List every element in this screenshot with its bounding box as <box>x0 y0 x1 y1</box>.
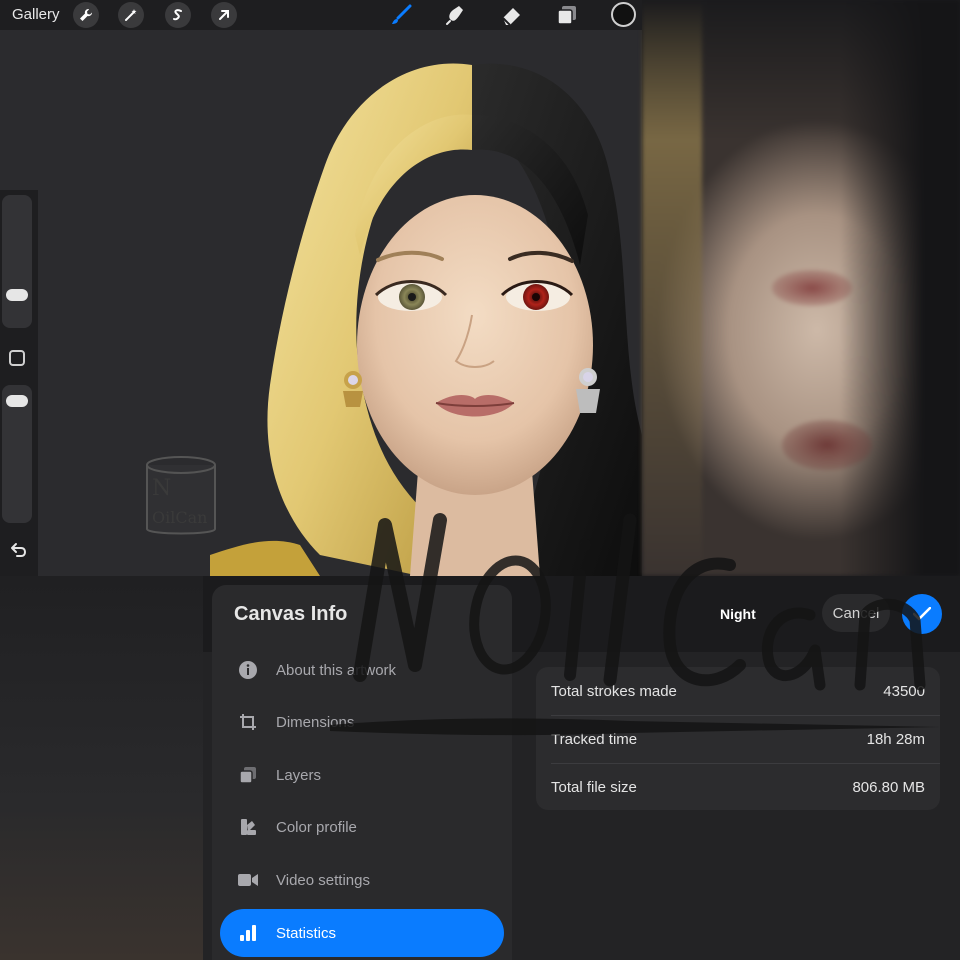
crop-icon <box>240 714 256 730</box>
layers-icon <box>557 6 576 25</box>
canvas-info-title: Canvas Info <box>234 603 348 625</box>
gallery-button[interactable]: Gallery <box>12 6 60 23</box>
brush-icon <box>392 4 412 24</box>
stat-value: 43500 <box>883 682 925 700</box>
portrait-artwork <box>210 63 642 576</box>
opacity-thumb[interactable] <box>6 394 28 407</box>
wrench-icon <box>80 8 93 21</box>
transform-button[interactable] <box>211 2 237 28</box>
actions-button[interactable] <box>73 2 99 28</box>
theme-label[interactable]: Night <box>720 606 756 622</box>
magic-wand-icon <box>125 9 137 21</box>
modify-button[interactable] <box>9 350 25 366</box>
artwork-canvas[interactable]: N OilCan <box>0 0 642 576</box>
blurred-reference-image <box>642 0 960 576</box>
menu-item-label: Statistics <box>276 924 337 942</box>
color-swatch[interactable] <box>611 2 636 27</box>
svg-text:OilCan: OilCan <box>152 508 207 527</box>
menu-item-statistics[interactable]: Statistics <box>220 909 504 957</box>
info-icon <box>239 661 257 679</box>
stat-row-strokes: Total strokes made 43500 <box>536 667 940 715</box>
right-earring <box>576 368 600 413</box>
selection-icon <box>173 9 182 21</box>
video-icon <box>238 874 258 886</box>
eraser-icon <box>502 8 520 26</box>
layers-icon <box>239 767 256 784</box>
stat-row-tracked-time: Tracked time 18h 28m <box>536 715 940 763</box>
menu-item-color-profile[interactable]: Color profile <box>220 803 504 851</box>
opacity-slider[interactable] <box>2 385 32 523</box>
brush-size-thumb[interactable] <box>6 289 28 302</box>
smudge-button[interactable] <box>443 3 469 27</box>
selection-button[interactable] <box>165 2 191 28</box>
menu-item-label: About this artwork <box>276 661 397 679</box>
color-profile-icon <box>241 819 256 835</box>
bar-chart-icon <box>240 925 256 941</box>
confirm-button[interactable] <box>902 594 942 634</box>
stat-value: 806.80 MB <box>852 778 925 796</box>
brush-button[interactable] <box>388 3 414 27</box>
stat-label: Total file size <box>551 778 637 796</box>
menu-item-about[interactable]: About this artwork <box>220 646 504 694</box>
menu-item-label: Dimensions <box>276 713 355 731</box>
checkmark-icon <box>913 607 931 621</box>
menu-item-video-settings[interactable]: Video settings <box>220 856 504 904</box>
brush-size-slider[interactable] <box>2 195 32 328</box>
stat-label: Tracked time <box>551 730 638 748</box>
undo-icon[interactable] <box>8 540 28 560</box>
menu-item-label: Video settings <box>276 871 370 889</box>
stat-value: 18h 28m <box>866 730 925 748</box>
stamp-logo: N OilCan <box>146 456 216 535</box>
adjustments-button[interactable] <box>118 2 144 28</box>
svg-text:N: N <box>152 476 171 501</box>
layers-button[interactable] <box>554 3 580 27</box>
transform-arrow-icon <box>219 10 229 20</box>
menu-item-label: Color profile <box>276 818 357 836</box>
menu-item-label: Layers <box>276 766 322 784</box>
menu-item-dimensions[interactable]: Dimensions <box>220 698 504 746</box>
left-sidebar <box>0 190 38 576</box>
menu-item-layers[interactable]: Layers <box>220 751 504 799</box>
top-toolbar: Gallery <box>0 0 642 30</box>
smudge-icon <box>446 6 463 25</box>
stat-row-file-size: Total file size 806.80 MB <box>536 763 940 811</box>
cancel-button[interactable]: Cancel <box>822 594 890 632</box>
blurred-canvas-edge <box>0 576 203 960</box>
eraser-button[interactable] <box>498 3 524 27</box>
stat-label: Total strokes made <box>551 682 677 700</box>
